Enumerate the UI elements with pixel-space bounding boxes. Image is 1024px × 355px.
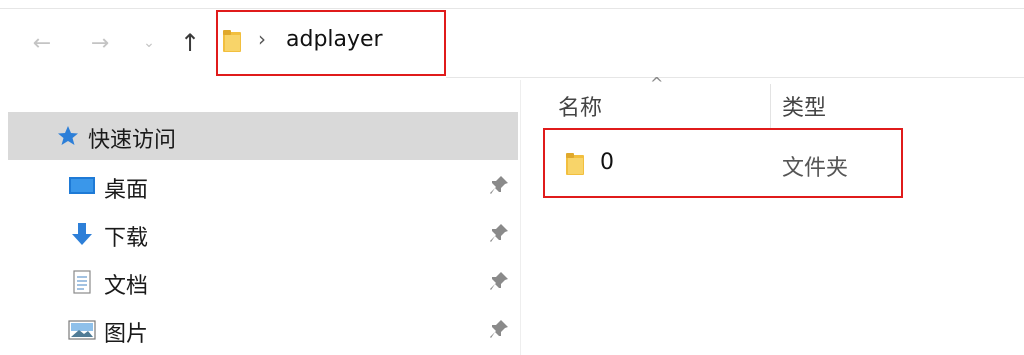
back-button[interactable]: ← (28, 28, 56, 58)
chevron-down-icon: ⌄ (143, 35, 155, 51)
sidebar-item-quick-access[interactable]: 快速访问 (8, 112, 518, 160)
star-icon (58, 126, 78, 145)
address-bar-divider (446, 77, 1024, 78)
sidebar-item-pictures[interactable]: 图片 (8, 306, 518, 354)
pin-icon[interactable] (488, 270, 510, 292)
sidebar-item-label: 快速访问 (88, 128, 177, 153)
sidebar-item-label: 桌面 (104, 178, 149, 203)
sidebar-item-download[interactable]: 下载 (8, 210, 518, 258)
breadcrumb-adplayer[interactable]: adplayer (286, 27, 383, 52)
arrow-left-icon: ← (32, 30, 52, 56)
sidebar-item-label: 文档 (104, 274, 149, 299)
sidebar-item-documents[interactable]: 文档 (8, 258, 518, 306)
sort-ascending-icon: ^ (650, 74, 664, 93)
desktop-icon (69, 177, 95, 194)
column-header-type[interactable]: 类型 (782, 90, 826, 122)
arrow-up-icon: ↑ (179, 29, 201, 57)
window-top-border (0, 8, 1024, 9)
pin-icon[interactable] (488, 174, 510, 196)
breadcrumb-chevron: › (258, 27, 266, 51)
file-row-highlight (543, 128, 903, 198)
sidebar-item-label: 图片 (104, 322, 149, 347)
download-icon (72, 223, 92, 245)
file-type: 文件夹 (782, 156, 849, 181)
column-separator[interactable] (770, 84, 771, 128)
pin-icon[interactable] (488, 318, 510, 340)
forward-button[interactable]: → (86, 28, 114, 58)
navigation-pane: 快速访问 桌面 下载 文档 图片 (8, 112, 518, 355)
pane-divider (520, 80, 521, 355)
document-icon (73, 270, 91, 294)
folder-icon (566, 153, 584, 175)
file-name[interactable]: 0 (600, 150, 614, 175)
sidebar-item-desktop[interactable]: 桌面 (8, 162, 518, 210)
arrow-right-icon: → (90, 30, 110, 56)
sidebar-item-label: 下载 (104, 226, 149, 251)
folder-icon (223, 30, 241, 52)
up-button[interactable]: ↑ (176, 28, 204, 58)
recent-locations-button[interactable]: ⌄ (138, 28, 160, 58)
column-header-name[interactable]: 名称 (558, 90, 602, 122)
pin-icon[interactable] (488, 222, 510, 244)
pictures-icon (68, 320, 96, 340)
